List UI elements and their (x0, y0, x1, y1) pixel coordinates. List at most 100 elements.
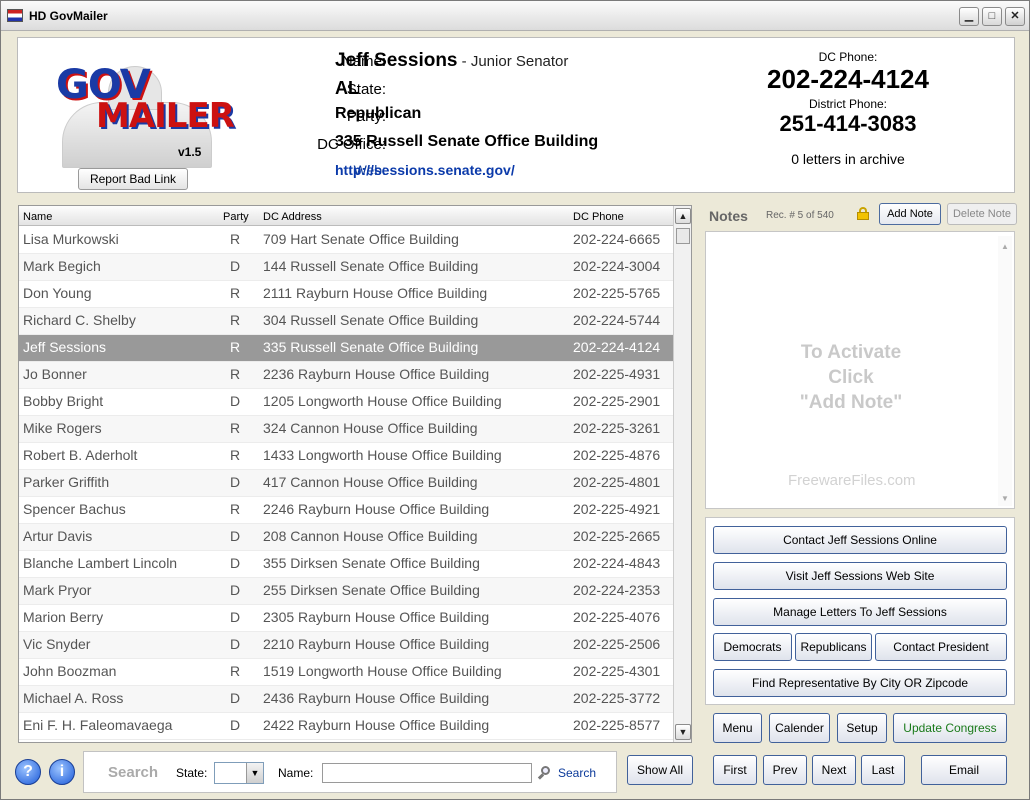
watermark: FreewareFiles.com (788, 472, 916, 489)
member-phone-cell: 202-225-4301 (573, 663, 661, 679)
member-address-cell: 208 Cannon House Office Building (263, 528, 478, 544)
last-button[interactable]: Last (861, 755, 905, 785)
column-name[interactable]: Name (23, 211, 52, 223)
update-congress-button[interactable]: Update Congress (893, 713, 1007, 743)
info-icon[interactable]: i (49, 759, 75, 785)
member-name-cell: Robert B. Aderholt (23, 447, 138, 463)
member-party-cell: R (230, 663, 241, 679)
delete-note-button[interactable]: Delete Note (947, 203, 1017, 225)
member-phone-cell: 202-225-4876 (573, 447, 661, 463)
activate-line-3: "Add Note" (799, 392, 903, 413)
member-name-cell: Eni F. H. Faleomavaega (23, 717, 173, 733)
notes-title: Notes (709, 208, 748, 224)
column-dc-address[interactable]: DC Address (263, 211, 322, 223)
list-scrollbar[interactable]: ▲ ▼ (673, 206, 691, 742)
member-party-cell: R (230, 447, 241, 463)
member-address-cell: 2236 Rayburn House Office Building (263, 366, 490, 382)
table-row[interactable]: Michael A. Ross D 2436 Rayburn House Offic… (19, 686, 673, 713)
close-button[interactable]: ✕ (1005, 7, 1025, 26)
maximize-button[interactable]: □ (982, 7, 1002, 26)
notes-area[interactable]: To Activate Click "Add Note" FreewareFil… (705, 231, 1015, 509)
table-row[interactable]: Robert B. Aderholt R 1433 Longworth House … (19, 443, 673, 470)
table-row[interactable]: Parker Griffith D 417 Cannon House Office … (19, 470, 673, 497)
member-name: Jeff Sessions - Junior Senator (335, 50, 568, 72)
notes-scrollbar[interactable]: ▲ ▼ (998, 236, 1012, 506)
member-name-cell: Mark Begich (23, 258, 101, 274)
email-button[interactable]: Email (921, 755, 1007, 785)
column-party[interactable]: Party (223, 211, 249, 223)
member-address-cell: 255 Dirksen Senate Office Building (263, 582, 480, 598)
member-phone-cell: 202-224-6665 (573, 231, 661, 247)
search-button[interactable]: Search (537, 765, 608, 783)
member-title: - Junior Senator (457, 53, 569, 70)
table-row[interactable]: Eni F. H. Faleomavaega D 2422 Rayburn Hous… (19, 713, 673, 740)
table-row[interactable]: Richard C. Shelby R 304 Russell Senate Off… (19, 308, 673, 335)
find-representative-button[interactable]: Find Representative By City OR Zipcode (713, 669, 1007, 697)
member-address-cell: 417 Cannon House Office Building (263, 474, 478, 490)
prev-button[interactable]: Prev (763, 755, 807, 785)
menu-button[interactable]: Menu (713, 713, 762, 743)
title-bar[interactable]: HD GovMailer ▁ □ ✕ (1, 1, 1029, 31)
democrats-button[interactable]: Democrats (713, 633, 792, 661)
member-phone-cell: 202-224-4124 (573, 339, 661, 355)
members-list[interactable]: Name Party DC Address DC Phone Lisa Murk… (18, 205, 692, 743)
dc-phone-label: DC Phone: (818, 50, 878, 64)
scroll-up-button[interactable]: ▲ (675, 208, 691, 224)
report-bad-link-button[interactable]: Report Bad Link (78, 168, 188, 190)
chevron-up-icon: ▲ (678, 211, 688, 221)
member-phone-cell: 202-224-2353 (573, 582, 661, 598)
table-row[interactable]: Lisa Murkowski R 709 Hart Senate Office Bu… (19, 227, 673, 254)
search-panel: Search State: ▼ Name: Search (83, 751, 617, 793)
scroll-thumb[interactable] (676, 228, 690, 244)
member-name-cell: Don Young (23, 285, 92, 301)
table-row[interactable]: Vic Snyder D 2210 Rayburn House Office Bui… (19, 632, 673, 659)
member-address-cell: 1433 Longworth House Office Building (263, 447, 502, 463)
table-row[interactable]: Artur Davis D 208 Cannon House Office Buil… (19, 524, 673, 551)
minimize-button[interactable]: ▁ (959, 7, 979, 26)
member-name-cell: Michael A. Ross (23, 690, 124, 706)
table-row[interactable]: Bobby Bright D 1205 Longworth House Office… (19, 389, 673, 416)
member-address-cell: 2210 Rayburn House Office Building (263, 636, 490, 652)
republicans-button[interactable]: Republicans (795, 633, 872, 661)
close-icon: ✕ (1010, 10, 1020, 22)
column-dc-phone[interactable]: DC Phone (573, 211, 624, 223)
activate-hint: To Activate Click "Add Note" (706, 340, 996, 415)
chevron-down-icon[interactable]: ▼ (246, 763, 263, 783)
table-row[interactable]: Jeff Sessions R 335 Russell Senate Office … (19, 335, 673, 362)
manage-letters-button[interactable]: Manage Letters To Jeff Sessions (713, 598, 1007, 626)
table-row[interactable]: Mike Rogers R 324 Cannon House Office Buil… (19, 416, 673, 443)
district-phone-label: District Phone: (808, 97, 888, 111)
help-icon[interactable]: ? (15, 759, 41, 785)
table-row[interactable]: John Boozman R 1519 Longworth House Office… (19, 659, 673, 686)
table-row[interactable]: Mark Pryor D 255 Dirksen Senate Office Bui… (19, 578, 673, 605)
table-row[interactable]: Spencer Bachus R 2246 Rayburn House Office… (19, 497, 673, 524)
first-button[interactable]: First (713, 755, 757, 785)
calender-button[interactable]: Calender (769, 713, 830, 743)
table-row[interactable]: Jo Bonner R 2236 Rayburn House Office Buil… (19, 362, 673, 389)
member-phone-cell: 202-224-5744 (573, 312, 661, 328)
bottom-bar: ? i Search State: ▼ Name: Search Show Al… (1, 745, 1029, 799)
next-button[interactable]: Next (812, 755, 856, 785)
visit-web-site-button[interactable]: Visit Jeff Sessions Web Site (713, 562, 1007, 590)
record-counter: Rec. # 5 of 540 (766, 210, 834, 221)
scroll-down-button[interactable]: ▼ (675, 724, 691, 740)
notes-scroll-up-icon[interactable]: ▲ (998, 240, 1012, 254)
name-search-input[interactable] (322, 763, 532, 783)
member-address-cell: 144 Russell Senate Office Building (263, 258, 479, 274)
show-all-button[interactable]: Show All (627, 755, 693, 785)
member-address-cell: 324 Cannon House Office Building (263, 420, 478, 436)
contact-president-button[interactable]: Contact President (875, 633, 1007, 661)
state-select[interactable]: ▼ (214, 762, 264, 784)
table-row[interactable]: Don Young R 2111 Rayburn House Office Buil… (19, 281, 673, 308)
contact-online-button[interactable]: Contact Jeff Sessions Online (713, 526, 1007, 554)
notes-scroll-down-icon[interactable]: ▼ (998, 492, 1012, 506)
table-row[interactable]: Marion Berry D 2305 Rayburn House Office B… (19, 605, 673, 632)
member-address-cell: 335 Russell Senate Office Building (263, 339, 479, 355)
member-party-cell: R (230, 285, 241, 301)
member-web-link[interactable]: http://sessions.senate.gov/ (335, 162, 515, 178)
member-phone-cell: 202-225-3261 (573, 420, 661, 436)
setup-button[interactable]: Setup (837, 713, 887, 743)
table-row[interactable]: Mark Begich D 144 Russell Senate Office Bu… (19, 254, 673, 281)
add-note-button[interactable]: Add Note (879, 203, 941, 225)
table-row[interactable]: Blanche Lambert Lincoln D 355 Dirksen Sena… (19, 551, 673, 578)
